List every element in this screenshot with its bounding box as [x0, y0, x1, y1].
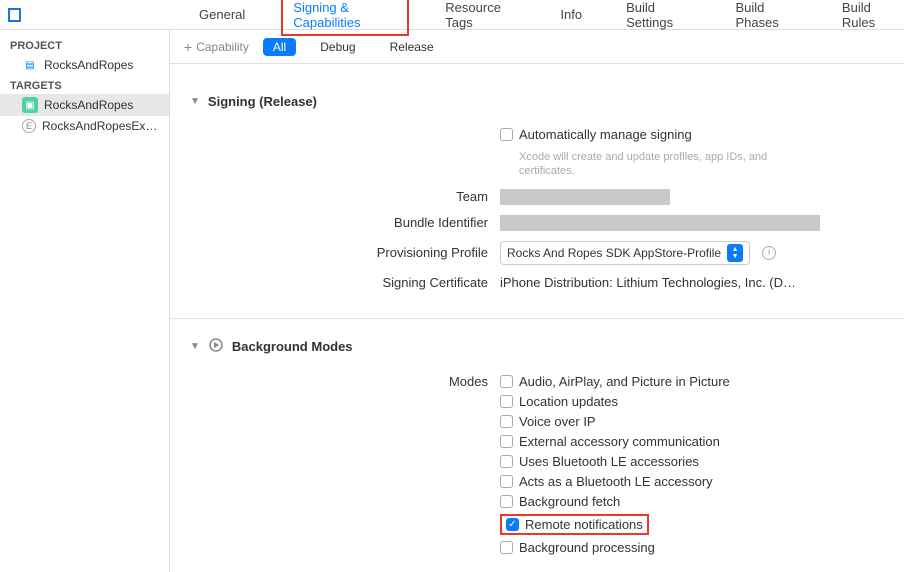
filter-debug[interactable]: Debug	[310, 38, 365, 56]
document-icon: ▤	[22, 57, 38, 73]
add-capability-label: Capability	[196, 40, 249, 54]
signing-section-header[interactable]: ▼ Signing (Release)	[190, 94, 884, 109]
modes-label: Modes	[190, 374, 500, 389]
plus-icon: +	[184, 39, 192, 55]
mode-row: ✓ Remote notifications	[500, 514, 649, 535]
mode-checkbox[interactable]	[500, 495, 513, 508]
tab-info[interactable]: Info	[552, 1, 590, 28]
sidebar-target-app[interactable]: ▣ RocksAndRopes	[0, 94, 169, 116]
mode-row: Background fetch	[500, 494, 730, 509]
signing-section: ▼ Signing (Release) Automatically manage…	[190, 94, 884, 290]
bundle-id-value-redacted	[500, 215, 820, 231]
signing-certificate-label: Signing Certificate	[190, 275, 500, 290]
mode-row: Voice over IP	[500, 414, 730, 429]
mode-checkbox[interactable]	[500, 455, 513, 468]
mode-checkbox[interactable]	[500, 435, 513, 448]
mode-checkbox[interactable]	[500, 375, 513, 388]
mode-checkbox[interactable]	[500, 475, 513, 488]
info-icon[interactable]: i	[762, 246, 776, 260]
mode-label: External accessory communication	[519, 434, 720, 449]
auto-manage-signing-checkbox[interactable]	[500, 128, 513, 141]
bundle-id-label: Bundle Identifier	[190, 215, 500, 230]
mode-row: Background processing	[500, 540, 730, 555]
sidebar-target-app-name: RocksAndRopes	[44, 98, 133, 112]
mode-checkbox[interactable]	[500, 541, 513, 554]
sidebar-targets-label: TARGETS	[0, 76, 169, 94]
mode-label: Background processing	[519, 540, 655, 555]
filter-all[interactable]: All	[263, 38, 296, 56]
sidebar-target-ext-name: RocksAndRopesEx…	[42, 119, 157, 133]
mode-label: Background fetch	[519, 494, 620, 509]
sidebar-target-extension[interactable]: E RocksAndRopesEx…	[0, 116, 169, 136]
signing-certificate-value: iPhone Distribution: Lithium Technologie…	[500, 275, 796, 290]
mode-row: Audio, AirPlay, and Picture in Picture	[500, 374, 730, 389]
signing-title: Signing (Release)	[208, 94, 317, 109]
mode-row: Uses Bluetooth LE accessories	[500, 454, 730, 469]
mode-label: Location updates	[519, 394, 618, 409]
mode-row: Location updates	[500, 394, 730, 409]
auto-manage-signing-hint: Xcode will create and update profiles, a…	[519, 150, 819, 179]
mode-label: Uses Bluetooth LE accessories	[519, 454, 699, 469]
filter-release[interactable]: Release	[380, 38, 444, 56]
app-target-icon: ▣	[22, 97, 38, 113]
background-modes-header[interactable]: ▼ Background Modes	[190, 337, 884, 356]
sidebar-project-item[interactable]: ▤ RocksAndRopes	[0, 54, 169, 76]
mode-checkbox[interactable]	[500, 415, 513, 428]
mode-row: Acts as a Bluetooth LE accessory	[500, 474, 730, 489]
mode-label: Remote notifications	[525, 517, 643, 532]
project-icon	[8, 8, 21, 22]
section-divider	[170, 318, 904, 319]
sidebar-project-label: PROJECT	[0, 36, 169, 54]
mode-label: Voice over IP	[519, 414, 596, 429]
mode-label: Acts as a Bluetooth LE accessory	[519, 474, 713, 489]
filter-bar: + Capability All Debug Release	[170, 30, 904, 64]
content-area: ▼ Signing (Release) Automatically manage…	[170, 64, 904, 572]
provisioning-profile-select[interactable]: Rocks And Ropes SDK AppStore-Profile ▲▼	[500, 241, 750, 265]
mode-row: External accessory communication	[500, 434, 730, 449]
mode-label: Audio, AirPlay, and Picture in Picture	[519, 374, 730, 389]
provisioning-profile-label: Provisioning Profile	[190, 245, 500, 260]
disclosure-triangle-icon: ▼	[190, 96, 200, 107]
mode-checkbox[interactable]: ✓	[506, 518, 519, 531]
team-label: Team	[190, 189, 500, 204]
background-modes-title: Background Modes	[232, 339, 353, 354]
sidebar-project-name: RocksAndRopes	[44, 58, 133, 72]
top-tabs-bar: General Signing & Capabilities Resource …	[0, 0, 904, 30]
background-modes-section: ▼ Background Modes Modes Audio, AirPlay,…	[190, 337, 884, 555]
team-value-redacted	[500, 189, 670, 205]
disclosure-triangle-icon: ▼	[190, 341, 200, 352]
sidebar: PROJECT ▤ RocksAndRopes TARGETS ▣ RocksA…	[0, 30, 170, 572]
auto-manage-signing-label: Automatically manage signing	[519, 127, 692, 142]
mode-checkbox[interactable]	[500, 395, 513, 408]
add-capability-button[interactable]: + Capability	[184, 39, 249, 55]
select-arrows-icon: ▲▼	[727, 244, 743, 262]
provisioning-profile-value: Rocks And Ropes SDK AppStore-Profile	[507, 246, 721, 260]
extension-target-icon: E	[22, 119, 36, 133]
tab-general[interactable]: General	[191, 1, 253, 28]
background-modes-icon	[208, 337, 224, 356]
